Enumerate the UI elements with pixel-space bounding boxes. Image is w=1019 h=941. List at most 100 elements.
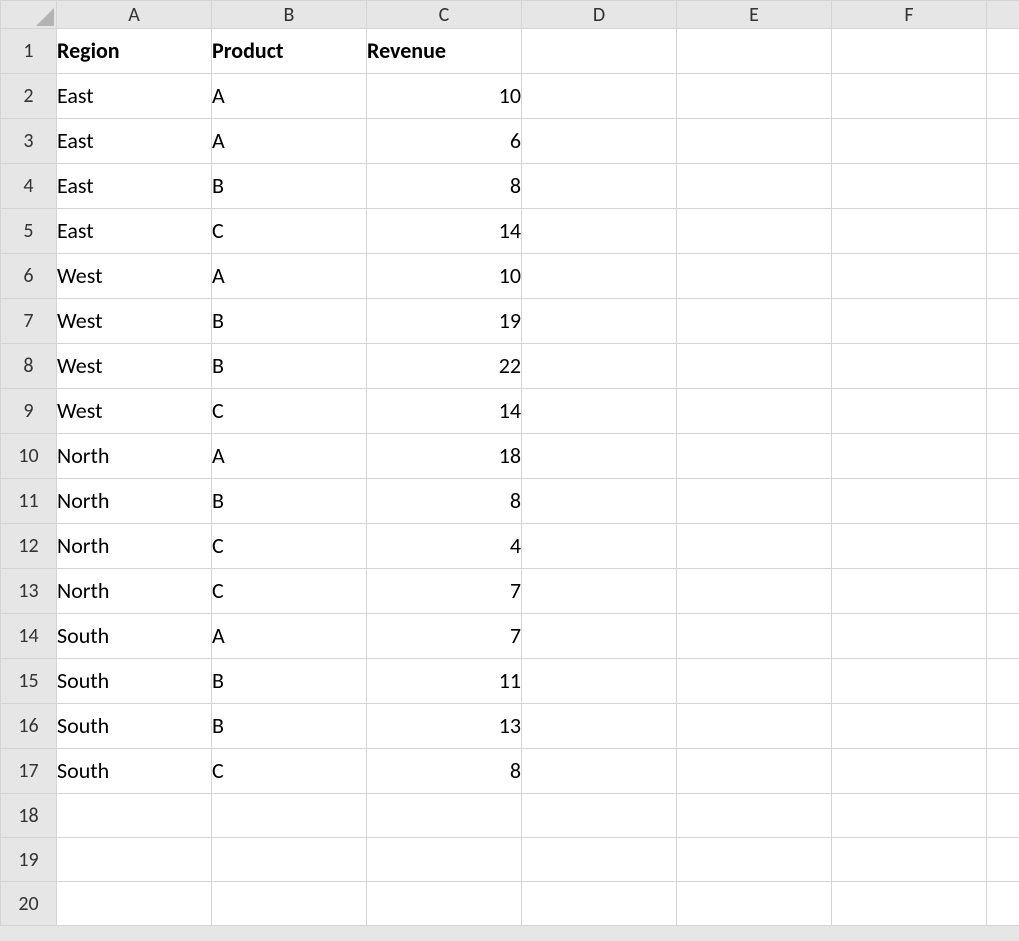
cell-C13[interactable]: 7 (367, 569, 522, 614)
cell-G8[interactable] (987, 344, 1019, 389)
cell-B17[interactable]: C (212, 749, 367, 794)
col-header-A[interactable]: A (57, 1, 212, 29)
row-header-16[interactable]: 16 (1, 704, 57, 749)
cell-D18[interactable] (522, 794, 677, 838)
cell-C4[interactable]: 8 (367, 164, 522, 209)
cell-D10[interactable] (522, 434, 677, 479)
cell-G9[interactable] (987, 389, 1019, 434)
cell-B4[interactable]: B (212, 164, 367, 209)
cell-C10[interactable]: 18 (367, 434, 522, 479)
cell-C17[interactable]: 8 (367, 749, 522, 794)
cell-G11[interactable] (987, 479, 1019, 524)
cell-B1[interactable]: Product (212, 29, 367, 74)
cell-C2[interactable]: 10 (367, 74, 522, 119)
cell-B19[interactable] (212, 838, 367, 882)
cell-D3[interactable] (522, 119, 677, 164)
cell-F7[interactable] (832, 299, 987, 344)
cell-F17[interactable] (832, 749, 987, 794)
cell-C20[interactable] (367, 882, 522, 926)
cell-A18[interactable] (57, 794, 212, 838)
cell-E10[interactable] (677, 434, 832, 479)
cell-E4[interactable] (677, 164, 832, 209)
cell-A9[interactable]: West (57, 389, 212, 434)
cell-A8[interactable]: West (57, 344, 212, 389)
cell-G20[interactable] (987, 882, 1019, 926)
cell-C12[interactable]: 4 (367, 524, 522, 569)
cell-G5[interactable] (987, 209, 1019, 254)
cell-B12[interactable]: C (212, 524, 367, 569)
cell-A2[interactable]: East (57, 74, 212, 119)
cell-E7[interactable] (677, 299, 832, 344)
row-header-20[interactable]: 20 (1, 882, 57, 926)
row-header-17[interactable]: 17 (1, 749, 57, 794)
cell-E11[interactable] (677, 479, 832, 524)
cell-E15[interactable] (677, 659, 832, 704)
cell-E17[interactable] (677, 749, 832, 794)
cell-G6[interactable] (987, 254, 1019, 299)
cell-C7[interactable]: 19 (367, 299, 522, 344)
col-header-partial[interactable] (987, 1, 1019, 29)
row-header-6[interactable]: 6 (1, 254, 57, 299)
cell-G1[interactable] (987, 29, 1019, 74)
cell-E18[interactable] (677, 794, 832, 838)
cell-F6[interactable] (832, 254, 987, 299)
cell-E8[interactable] (677, 344, 832, 389)
cell-B8[interactable]: B (212, 344, 367, 389)
cell-C18[interactable] (367, 794, 522, 838)
cell-E14[interactable] (677, 614, 832, 659)
row-header-15[interactable]: 15 (1, 659, 57, 704)
cell-A16[interactable]: South (57, 704, 212, 749)
cell-D12[interactable] (522, 524, 677, 569)
row-header-9[interactable]: 9 (1, 389, 57, 434)
cell-D19[interactable] (522, 838, 677, 882)
cell-F9[interactable] (832, 389, 987, 434)
cell-G7[interactable] (987, 299, 1019, 344)
row-header-12[interactable]: 12 (1, 524, 57, 569)
cell-D11[interactable] (522, 479, 677, 524)
cell-G15[interactable] (987, 659, 1019, 704)
col-header-B[interactable]: B (212, 1, 367, 29)
cell-B2[interactable]: A (212, 74, 367, 119)
col-header-D[interactable]: D (522, 1, 677, 29)
row-header-2[interactable]: 2 (1, 74, 57, 119)
cell-E9[interactable] (677, 389, 832, 434)
cell-B5[interactable]: C (212, 209, 367, 254)
cell-A15[interactable]: South (57, 659, 212, 704)
cell-A19[interactable] (57, 838, 212, 882)
cell-B3[interactable]: A (212, 119, 367, 164)
cell-D14[interactable] (522, 614, 677, 659)
cell-B10[interactable]: A (212, 434, 367, 479)
cell-C14[interactable]: 7 (367, 614, 522, 659)
cell-E20[interactable] (677, 882, 832, 926)
cell-D5[interactable] (522, 209, 677, 254)
cell-A1[interactable]: Region (57, 29, 212, 74)
cell-F11[interactable] (832, 479, 987, 524)
row-header-10[interactable]: 10 (1, 434, 57, 479)
row-header-3[interactable]: 3 (1, 119, 57, 164)
cell-C6[interactable]: 10 (367, 254, 522, 299)
cell-G18[interactable] (987, 794, 1019, 838)
cell-G3[interactable] (987, 119, 1019, 164)
cell-A11[interactable]: North (57, 479, 212, 524)
cell-C5[interactable]: 14 (367, 209, 522, 254)
cell-F19[interactable] (832, 838, 987, 882)
cell-E5[interactable] (677, 209, 832, 254)
row-header-13[interactable]: 13 (1, 569, 57, 614)
cell-G19[interactable] (987, 838, 1019, 882)
cell-G14[interactable] (987, 614, 1019, 659)
cell-D15[interactable] (522, 659, 677, 704)
cell-B15[interactable]: B (212, 659, 367, 704)
cell-D8[interactable] (522, 344, 677, 389)
cell-B14[interactable]: A (212, 614, 367, 659)
cell-A7[interactable]: West (57, 299, 212, 344)
cell-C8[interactable]: 22 (367, 344, 522, 389)
row-header-11[interactable]: 11 (1, 479, 57, 524)
cell-G4[interactable] (987, 164, 1019, 209)
cell-E6[interactable] (677, 254, 832, 299)
row-header-19[interactable]: 19 (1, 838, 57, 882)
row-header-14[interactable]: 14 (1, 614, 57, 659)
cell-B16[interactable]: B (212, 704, 367, 749)
cell-F14[interactable] (832, 614, 987, 659)
cell-D16[interactable] (522, 704, 677, 749)
cell-D1[interactable] (522, 29, 677, 74)
